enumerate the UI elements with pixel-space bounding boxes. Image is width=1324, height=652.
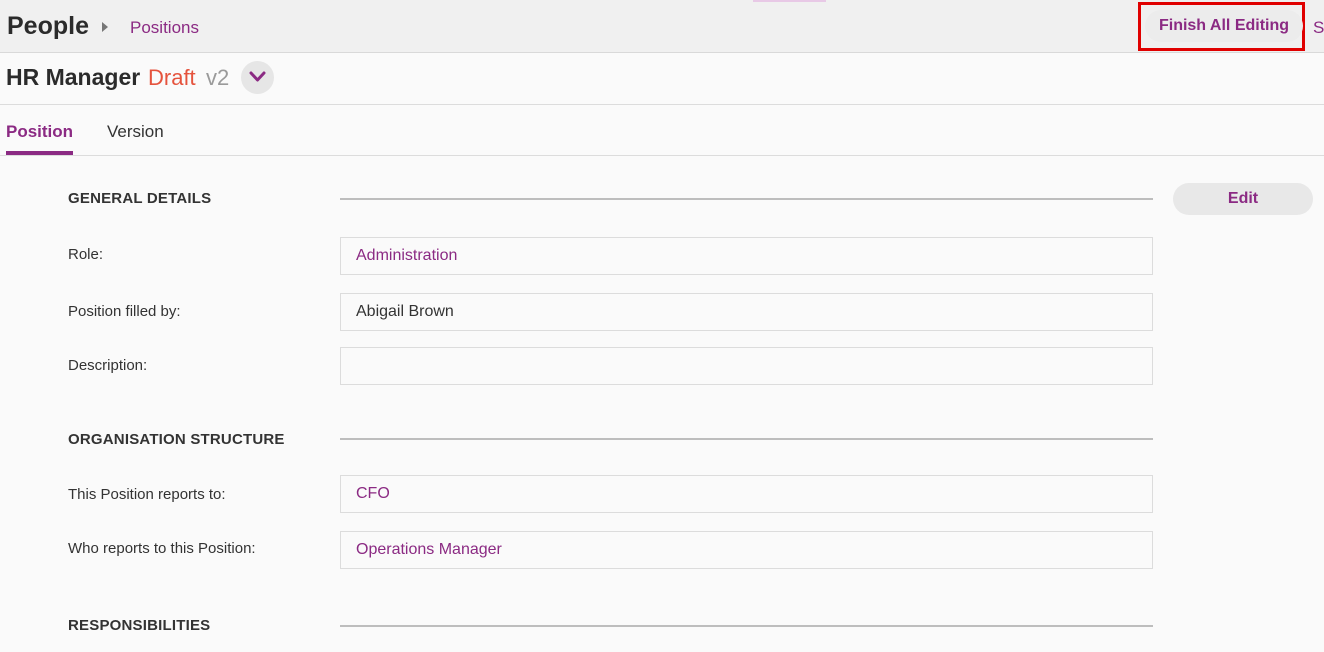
top-right-link[interactable]: S: [1313, 18, 1324, 38]
organisation-structure-heading: ORGANISATION STRUCTURE: [68, 431, 285, 448]
tab-position[interactable]: Position: [6, 122, 73, 142]
finish-all-editing-button[interactable]: Finish All Editing: [1145, 10, 1303, 42]
tab-bar: Position Version: [0, 105, 1324, 156]
general-details-heading: GENERAL DETAILS: [68, 190, 212, 207]
reports-to-field: CFO: [340, 475, 1153, 513]
tab-version[interactable]: Version: [107, 122, 164, 142]
status-badge: Draft: [148, 65, 196, 90]
direct-reports-label: Who reports to this Position:: [68, 540, 256, 557]
page-title: HR Manager: [6, 64, 141, 90]
description-field: [340, 347, 1153, 385]
active-tab-indicator: [6, 151, 73, 155]
role-value-link[interactable]: Administration: [356, 247, 457, 265]
breadcrumb-positions-link[interactable]: Positions: [130, 18, 199, 38]
role-field: Administration: [340, 237, 1153, 275]
version-label: v2: [206, 65, 230, 90]
description-label: Description:: [68, 357, 148, 374]
position-filled-by-value: Abigail Brown: [356, 303, 454, 320]
reports-to-label: This Position reports to:: [68, 486, 226, 503]
app-title: People: [7, 12, 89, 40]
section-divider: [340, 438, 1153, 440]
chevron-down-icon: [249, 71, 266, 82]
caret-right-icon: [102, 22, 108, 32]
page-header: HR Manager Draft v2: [0, 53, 1324, 105]
reports-to-value-link[interactable]: CFO: [356, 485, 390, 503]
section-divider: [340, 625, 1153, 627]
position-filled-by-label: Position filled by:: [68, 303, 181, 320]
role-label: Role:: [68, 246, 104, 263]
direct-reports-value-link[interactable]: Operations Manager: [356, 541, 502, 559]
top-accent-line: [753, 0, 826, 2]
position-filled-by-field: Abigail Brown: [340, 293, 1153, 331]
direct-reports-field: Operations Manager: [340, 531, 1153, 569]
section-divider: [340, 198, 1153, 200]
top-bar: People Positions S: [0, 0, 1324, 53]
edit-button[interactable]: Edit: [1173, 183, 1313, 215]
version-dropdown-button[interactable]: [241, 61, 274, 94]
responsibilities-heading: RESPONSIBILITIES: [68, 617, 211, 634]
